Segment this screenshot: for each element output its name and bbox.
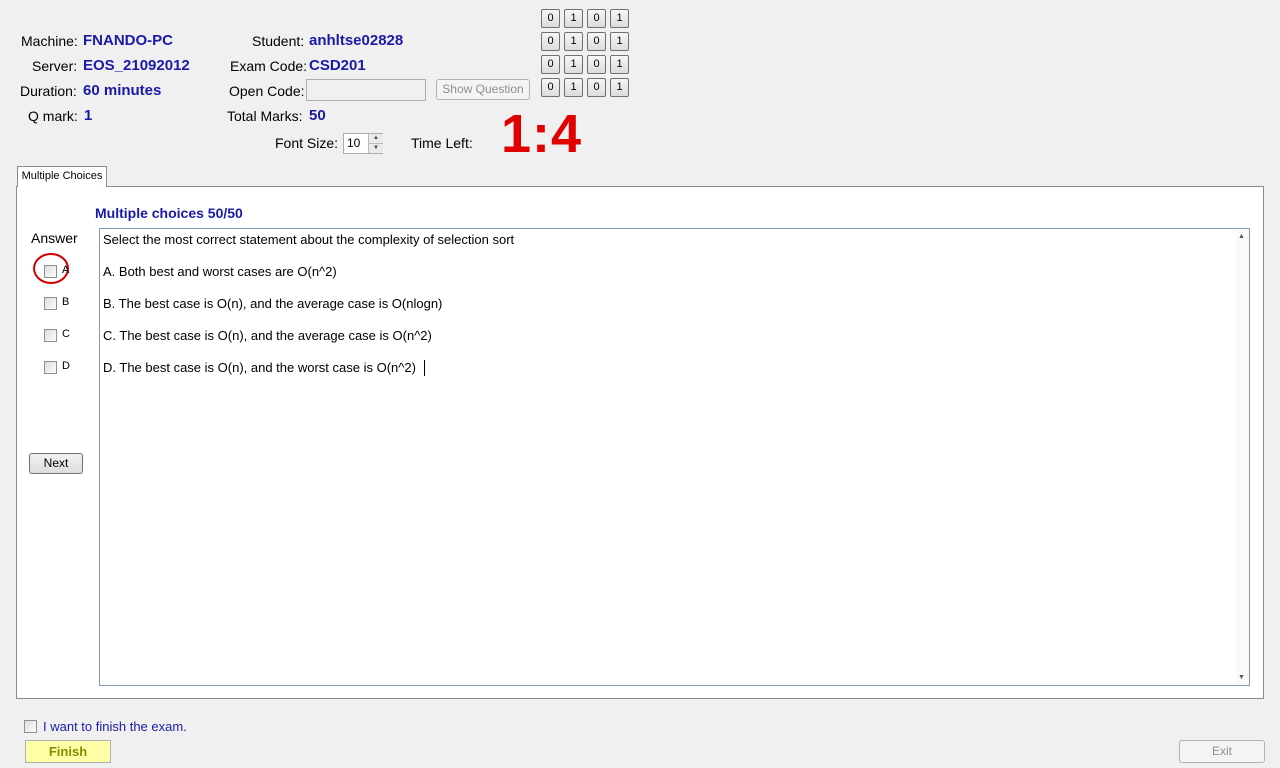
duration-label: Duration: — [20, 83, 77, 99]
answer-option-label: A — [62, 264, 70, 276]
open-code-input[interactable] — [306, 79, 426, 101]
answer-checkbox-b[interactable] — [44, 297, 57, 310]
bit-button[interactable]: 0 — [541, 9, 560, 28]
bit-button[interactable]: 1 — [564, 78, 583, 97]
tab-multiple-choices[interactable]: Multiple Choices — [17, 166, 107, 187]
bit-button[interactable]: 1 — [610, 78, 629, 97]
qmark-value: 1 — [84, 107, 93, 124]
finish-button[interactable]: Finish — [25, 740, 111, 763]
exit-button[interactable]: Exit — [1179, 740, 1265, 763]
bit-button[interactable]: 0 — [587, 32, 606, 51]
question-heading: Multiple choices 50/50 — [95, 205, 243, 221]
bit-button[interactable]: 0 — [587, 78, 606, 97]
bit-button[interactable]: 1 — [610, 9, 629, 28]
choice-text-d: D. The best case is O(n), and the worst … — [103, 360, 416, 375]
bit-button[interactable]: 0 — [541, 32, 560, 51]
spinner-down-icon[interactable]: ▼ — [368, 144, 383, 153]
scrollbar[interactable]: ▲ ▼ — [1236, 230, 1249, 684]
machine-value: FNANDO-PC — [83, 32, 173, 49]
exam-code-value: CSD201 — [309, 57, 366, 74]
scroll-up-icon[interactable]: ▲ — [1238, 233, 1245, 240]
bit-grid: 0 1 0 1 0 1 0 1 0 1 0 1 0 1 0 1 — [540, 8, 632, 100]
question-stem: Select the most correct statement about … — [103, 232, 515, 247]
answer-checkbox-c[interactable] — [44, 329, 57, 342]
bit-button[interactable]: 0 — [587, 55, 606, 74]
next-button[interactable]: Next — [29, 453, 83, 474]
choice-text-c: C. The best case is O(n), and the averag… — [103, 328, 432, 343]
finish-exam-checkbox-label: I want to finish the exam. — [43, 719, 187, 734]
choice-text-b: B. The best case is O(n), and the averag… — [103, 296, 443, 311]
duration-value: 60 minutes — [83, 82, 162, 99]
machine-label: Machine: — [21, 33, 78, 49]
student-label: Student: — [252, 33, 305, 49]
bit-button[interactable]: 0 — [541, 78, 560, 97]
text-cursor — [424, 360, 425, 376]
answer-label: Answer — [31, 230, 78, 246]
bit-button[interactable]: 0 — [587, 9, 606, 28]
exam-code-label: Exam Code: — [230, 58, 308, 74]
answer-option-label: C — [62, 328, 70, 340]
total-marks-value: 50 — [309, 107, 326, 124]
time-left-value: 1:4 — [501, 104, 583, 164]
server-value: EOS_21092012 — [83, 57, 190, 74]
student-value: anhltse02828 — [309, 32, 404, 49]
bit-button[interactable]: 1 — [564, 55, 583, 74]
bit-button[interactable]: 1 — [610, 55, 629, 74]
finish-exam-checkbox[interactable] — [24, 720, 37, 733]
bit-button[interactable]: 0 — [541, 55, 560, 74]
qmark-label: Q mark: — [28, 108, 78, 124]
choice-text-a: A. Both best and worst cases are O(n^2) — [103, 264, 337, 279]
time-left-label: Time Left: — [411, 135, 473, 151]
font-size-value: 10 — [347, 136, 361, 150]
bit-button[interactable]: 1 — [564, 9, 583, 28]
scroll-down-icon[interactable]: ▼ — [1238, 674, 1245, 681]
font-size-label: Font Size: — [275, 135, 339, 151]
bit-button[interactable]: 1 — [564, 32, 583, 51]
bit-button[interactable]: 1 — [610, 32, 629, 51]
answer-option-label: B — [62, 296, 70, 308]
font-size-spinner[interactable]: 10 ▲ ▼ — [343, 133, 383, 154]
answer-option-label: D — [62, 360, 70, 372]
show-question-button[interactable]: Show Question — [436, 79, 530, 100]
spinner-up-icon[interactable]: ▲ — [368, 134, 383, 144]
answer-checkbox-d[interactable] — [44, 361, 57, 374]
answer-checkbox-a[interactable] — [44, 265, 57, 278]
total-marks-label: Total Marks: — [227, 108, 303, 124]
server-label: Server: — [32, 58, 78, 74]
open-code-label: Open Code: — [229, 83, 305, 99]
